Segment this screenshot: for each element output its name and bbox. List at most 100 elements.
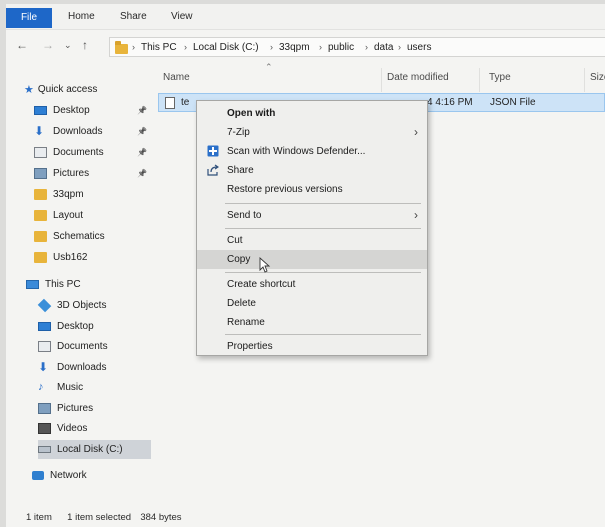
sidebar-item-label: Music xyxy=(57,382,84,393)
menu-separator xyxy=(225,334,421,335)
sidebar-item-label: Documents xyxy=(57,341,108,352)
chevron-right-icon: › xyxy=(365,42,368,52)
tab-view[interactable]: View xyxy=(171,11,193,27)
menu-item-send-to[interactable]: Send to › xyxy=(197,206,427,225)
breadcrumb-local-disk[interactable]: Local Disk (C:) xyxy=(193,42,259,53)
menu-item-scan-defender[interactable]: Scan with Windows Defender... xyxy=(197,142,427,161)
pin-icon[interactable]: 📌 xyxy=(137,127,147,136)
pictures-icon xyxy=(38,402,51,414)
breadcrumb-33qpm[interactable]: 33qpm xyxy=(279,42,310,53)
sidebar-item-schematics[interactable]: Schematics xyxy=(34,227,151,246)
star-icon: ★ xyxy=(24,84,34,96)
column-divider[interactable] xyxy=(479,68,480,92)
menu-item-properties[interactable]: Properties xyxy=(197,337,427,356)
menu-item-create-shortcut[interactable]: Create shortcut xyxy=(197,275,427,294)
sidebar-item-label: 33qpm xyxy=(53,189,84,200)
sidebar-item-label: Pictures xyxy=(57,402,94,414)
pictures-icon xyxy=(34,168,47,179)
chevron-right-icon: › xyxy=(319,42,322,52)
ribbon: File Home Share View xyxy=(6,4,605,30)
defender-icon xyxy=(207,145,219,157)
sidebar-item-music[interactable]: ♪ Music xyxy=(38,378,151,397)
column-type[interactable]: Type xyxy=(489,72,511,83)
menu-item-open-with[interactable]: Open with xyxy=(197,104,427,123)
sidebar-item-label: Downloads xyxy=(53,126,103,137)
sidebar-item-3d-objects[interactable]: 3D Objects xyxy=(37,296,151,315)
menu-separator xyxy=(225,272,421,273)
folder-icon xyxy=(34,252,47,263)
sidebar-item-documents[interactable]: Documents 📌 xyxy=(34,143,151,162)
forward-arrow-icon[interactable]: → xyxy=(42,38,54,52)
breadcrumb-public[interactable]: public xyxy=(328,42,354,53)
tab-file[interactable]: File xyxy=(6,8,52,28)
menu-item-delete[interactable]: Delete xyxy=(197,294,427,313)
download-icon: ⬇ xyxy=(38,359,49,374)
this-pc[interactable]: This PC xyxy=(26,275,146,294)
status-size: 384 bytes xyxy=(140,512,182,523)
sidebar-item-label: Downloads xyxy=(57,361,107,373)
recent-locations-icon[interactable]: ⌄ xyxy=(64,40,72,51)
sidebar-item-desktop[interactable]: Desktop 📌 xyxy=(34,101,151,120)
pin-icon[interactable]: 📌 xyxy=(137,169,147,178)
context-menu: Open with 7-Zip › Scan with Windows Defen… xyxy=(196,100,428,356)
column-divider[interactable] xyxy=(584,68,585,92)
submenu-arrow-icon: › xyxy=(414,125,418,139)
sidebar-item-label: Pictures xyxy=(53,168,90,179)
sidebar-item-layout[interactable]: Layout xyxy=(34,206,151,225)
column-date-modified[interactable]: Date modified xyxy=(387,72,449,83)
sidebar-item-label: Videos xyxy=(57,423,88,434)
documents-icon xyxy=(38,341,51,352)
chevron-right-icon: › xyxy=(398,42,401,52)
download-icon: ⬇ xyxy=(34,124,45,138)
back-arrow-icon[interactable]: ← xyxy=(16,38,28,52)
column-divider[interactable] xyxy=(381,68,382,92)
status-item-count: 1 item xyxy=(26,512,52,523)
tab-share[interactable]: Share xyxy=(120,11,147,27)
up-arrow-icon[interactable]: ↑ xyxy=(82,38,88,52)
menu-separator xyxy=(225,228,421,229)
menu-item-7zip[interactable]: 7-Zip › xyxy=(197,123,427,142)
sidebar-item-pictures[interactable]: Pictures 📌 xyxy=(34,164,151,183)
sidebar-item-desktop[interactable]: Desktop xyxy=(38,317,151,336)
sidebar-item-documents[interactable]: Documents xyxy=(38,337,151,356)
desktop-icon xyxy=(34,106,47,115)
submenu-arrow-icon: › xyxy=(414,208,418,222)
menu-item-restore-versions[interactable]: Restore previous versions xyxy=(197,180,427,199)
menu-item-copy[interactable]: Copy xyxy=(197,250,427,269)
address-bar[interactable]: › This PC › Local Disk (C:) › 33qpm › pu… xyxy=(109,37,605,57)
sidebar-item-label: Schematics xyxy=(53,231,105,242)
sidebar-item-label: 3D Objects xyxy=(57,300,107,311)
menu-item-cut[interactable]: Cut xyxy=(197,231,427,250)
music-icon: ♪ xyxy=(38,381,44,393)
sidebar-item-downloads[interactable]: ⬇ Downloads xyxy=(38,358,151,377)
sidebar-item-label: Desktop xyxy=(57,320,94,332)
drive-icon xyxy=(38,445,51,453)
file-icon xyxy=(165,97,175,109)
sidebar-item-videos[interactable]: Videos xyxy=(38,419,151,438)
documents-icon xyxy=(34,147,47,158)
sidebar-item-downloads[interactable]: ⬇ Downloads 📌 xyxy=(34,122,151,141)
status-bar: 1 item 1 item selected 384 bytes xyxy=(26,512,182,523)
network[interactable]: Network xyxy=(32,466,152,485)
sidebar-item-local-disk-c[interactable]: Local Disk (C:) xyxy=(38,439,151,459)
breadcrumb-this-pc[interactable]: This PC xyxy=(141,42,177,53)
folder-icon xyxy=(34,210,47,221)
menu-item-rename[interactable]: Rename xyxy=(197,313,427,332)
breadcrumb-users[interactable]: users xyxy=(407,42,431,53)
column-size[interactable]: Size xyxy=(590,72,605,83)
quick-access[interactable]: ★ Quick access xyxy=(24,80,144,99)
column-name[interactable]: Name xyxy=(163,72,190,83)
sidebar-item-33qpm[interactable]: 33qpm xyxy=(34,185,151,204)
tab-home[interactable]: Home xyxy=(68,11,95,27)
pin-icon[interactable]: 📌 xyxy=(137,148,147,157)
breadcrumb-data[interactable]: data xyxy=(374,42,393,53)
computer-icon xyxy=(26,280,39,289)
pin-icon[interactable]: 📌 xyxy=(137,106,147,115)
sidebar-item-label: Documents xyxy=(53,147,104,158)
file-type: JSON File xyxy=(490,97,536,108)
sidebar-item-pictures[interactable]: Pictures xyxy=(38,399,151,418)
sidebar-item-label: Layout xyxy=(53,210,84,221)
menu-item-share[interactable]: Share xyxy=(197,161,427,180)
sidebar-item-usb162[interactable]: Usb162 xyxy=(34,248,151,267)
menu-separator xyxy=(225,203,421,204)
